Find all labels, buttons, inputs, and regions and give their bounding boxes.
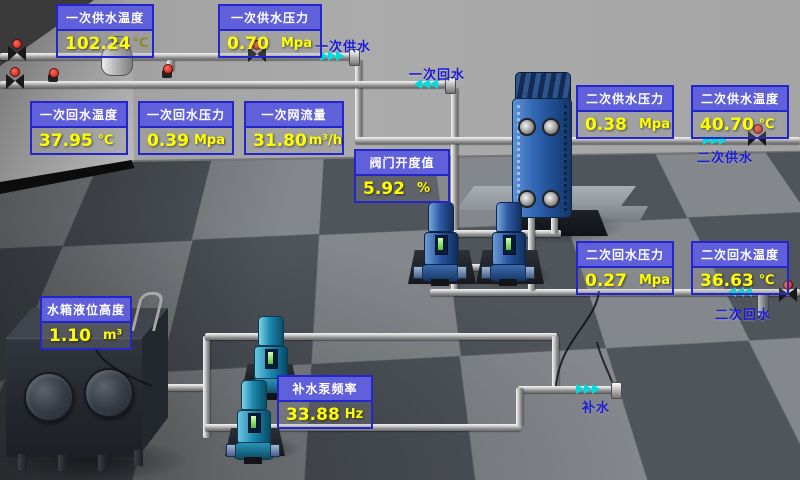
valve-opening-unit: % [417,181,430,196]
primary-supply-temp-unit: ℃ [133,36,149,51]
tank-manhole-icon [84,368,134,418]
primary-return-pressure-unit: Mpa [194,133,225,148]
valve-opening-title: 阀门开度值 [356,151,448,176]
hmi-heat-exchange-station-screen: 一次供水 一次回水 二次供水 二次回水 补水 一次供水温度 102.24℃ 一次… [0,0,800,480]
makeup-pump-freq-title: 补水泵频率 [279,377,371,402]
secondary-supply-pressure-unit: Mpa [639,117,670,132]
primary-flow-title: 一次网流量 [246,103,342,128]
secondary-return-temp-title: 二次回水温度 [693,243,787,268]
pipe-primary-return [0,81,448,88]
secondary-return-temp-unit: ℃ [759,273,775,288]
pipe-makeup-line [518,386,616,393]
valve-handle-icon [163,64,173,74]
pump-motor [258,316,284,346]
exchanger-port-icon [542,190,560,208]
secondary-supply-pressure-value: 0.38 [585,115,627,135]
valve-handle-icon [10,67,20,77]
tank-level-value: 1.10 [49,326,91,346]
secondary-supply-temp-unit: ℃ [759,117,775,132]
valve-opening-value: 5.92 [363,179,405,199]
pipe-label-primary-return: 一次回水 [409,64,465,83]
pipe-label-secondary-return: 二次回水 [715,304,771,323]
pipe-label-primary-supply: 一次供水 [315,36,371,55]
makeup-pump-2 [233,380,273,464]
primary-supply-pressure-unit: Mpa [281,36,312,51]
primary-return-pressure-box: 一次回水压力 0.39 Mpa [138,101,234,155]
pipe-flange [611,382,622,399]
primary-flow-value: 31.80 [253,131,307,151]
primary-supply-pressure-value: 0.70 [227,34,269,54]
secondary-supply-pressure-box: 二次供水压力 0.38 Mpa [576,85,674,139]
pump-motor [428,202,454,232]
pipe-makeup-drop [552,336,559,388]
secondary-return-temp-value: 36.63 [700,271,754,291]
secondary-supply-temp-title: 二次供水温度 [693,87,787,112]
primary-flow-box: 一次网流量 31.80m³/h [244,101,344,155]
pipe-makeup-riser [203,336,210,438]
primary-supply-temp-title: 一次供水温度 [58,6,152,31]
pipe-makeup-lower-riser [516,388,523,426]
secondary-supply-temp-box: 二次供水温度 40.70 ℃ [691,85,789,139]
primary-return-temp-title: 一次回水温度 [32,103,126,128]
secondary-return-pressure-title: 二次回水压力 [578,243,672,268]
pump-indicator [435,235,448,255]
makeup-pump-freq-value: 33.88 [286,405,340,425]
secondary-return-pressure-value: 0.27 [585,271,627,291]
valve-opening-box: 阀门开度值 5.92% [354,149,450,203]
pump-indicator [265,349,278,369]
secondary-return-pressure-box: 二次回水压力 0.27 Mpa [576,241,674,295]
exchanger-port-icon [542,118,560,136]
pump-indicator [503,235,516,255]
pump-motor [496,202,522,232]
secondary-supply-pressure-title: 二次供水压力 [578,87,672,112]
valve-handle-icon [12,39,22,49]
tank-level-title: 水箱液位高度 [42,298,130,323]
pump-indicator [248,413,261,433]
circulation-pump-1 [420,202,460,286]
primary-supply-temp-value: 102.24 [65,34,131,54]
primary-return-temp-value: 37.95 [39,131,93,151]
pipe-primary-supply-drop [355,60,362,140]
makeup-pump-freq-box: 补水泵频率 33.88 Hz [277,375,373,429]
exchanger-port-icon [518,118,536,136]
tank-manhole-icon [24,372,74,422]
heat-exchanger [512,72,572,218]
tank-level-box: 水箱液位高度 1.10 m³ [40,296,132,350]
primary-return-temp-unit: ℃ [98,133,114,148]
secondary-supply-temp-value: 40.70 [700,115,754,135]
primary-flow-unit: m³/h [309,133,342,148]
valve-handle-icon [49,68,59,78]
primary-return-pressure-value: 0.39 [147,131,189,151]
pipe-label-makeup: 补水 [582,397,610,416]
secondary-return-temp-box: 二次回水温度 36.63 ℃ [691,241,789,295]
primary-supply-pressure-box: 一次供水压力 0.70 Mpa [218,4,322,58]
primary-return-temp-box: 一次回水温度 37.95 ℃ [30,101,128,155]
pump-motor [241,380,267,410]
makeup-pump-freq-unit: Hz [345,407,363,422]
secondary-return-pressure-unit: Mpa [639,273,670,288]
primary-return-pressure-title: 一次回水压力 [140,103,232,128]
tank-level-unit: m³ [103,328,122,343]
circulation-pump-2 [488,202,528,286]
pipe-label-secondary-supply: 二次供水 [697,147,753,166]
flow-arrows-makeup [576,384,600,394]
primary-supply-temp-box: 一次供水温度 102.24℃ [56,4,154,58]
primary-supply-pressure-title: 一次供水压力 [220,6,320,31]
